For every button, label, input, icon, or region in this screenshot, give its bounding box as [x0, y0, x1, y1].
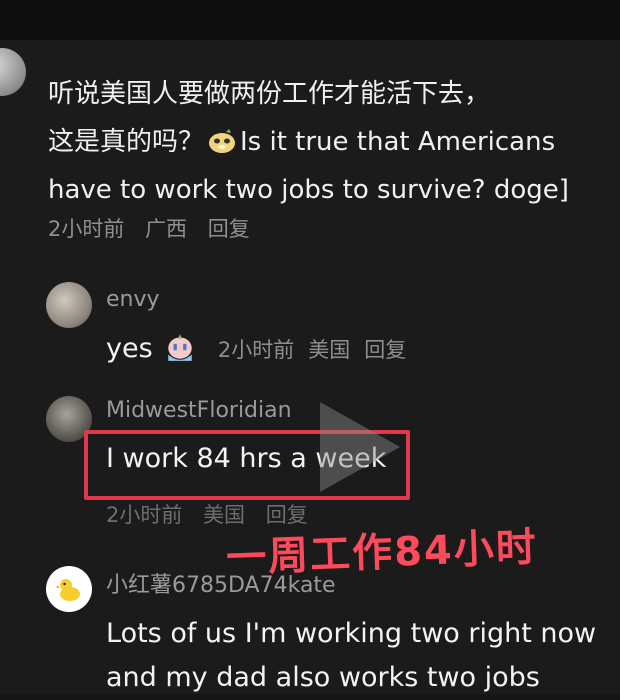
comment-line: have to work two jobs to survive? doge]: [48, 175, 569, 205]
main-comment-text: 听说美国人要做两份工作才能活下去， 这是真的吗？ Is it true that …: [48, 70, 616, 214]
timestamp: 2小时前: [48, 217, 125, 241]
reply-line: Lots of us I'm working two right now: [106, 618, 597, 649]
duck-icon: [55, 579, 80, 601]
username[interactable]: envy: [106, 287, 160, 312]
comment-line-part: 这是真的吗？: [48, 127, 205, 157]
reply-button[interactable]: 回复: [364, 338, 406, 362]
comment-line-part: Is it true that Americans: [240, 127, 556, 157]
reply-content: Lots of us I'm working two right now and…: [106, 612, 596, 700]
top-bar: [0, 0, 620, 40]
reply-button[interactable]: 回复: [208, 217, 250, 241]
timestamp: 2小时前: [217, 338, 295, 362]
comment-meta: 2小时前 美国 回复: [218, 338, 420, 362]
reply-text: yes 2小时前 美国 回复: [106, 333, 420, 364]
location: 广西: [145, 217, 188, 241]
avatar[interactable]: [46, 282, 92, 328]
comment-meta: 2小时前 广西 回复: [48, 213, 264, 243]
reply-content: yes: [106, 333, 153, 364]
doge-emoji-icon: [209, 129, 236, 153]
location: 美国: [203, 503, 246, 527]
avatar[interactable]: [46, 566, 92, 612]
location: 美国: [308, 338, 351, 362]
crying-emoji-icon: [168, 334, 192, 361]
username[interactable]: 小红薯6785DA74kate: [106, 567, 336, 599]
username[interactable]: MidwestFloridian: [106, 398, 292, 423]
comment-line: 听说美国人要做两份工作才能活下去，: [48, 79, 491, 109]
reply-line: and my dad also works two jobs: [106, 662, 540, 693]
comment-line: 这是真的吗？ Is it true that Americans: [48, 118, 616, 166]
play-icon: [320, 402, 400, 492]
timestamp: 2小时前: [106, 503, 183, 527]
